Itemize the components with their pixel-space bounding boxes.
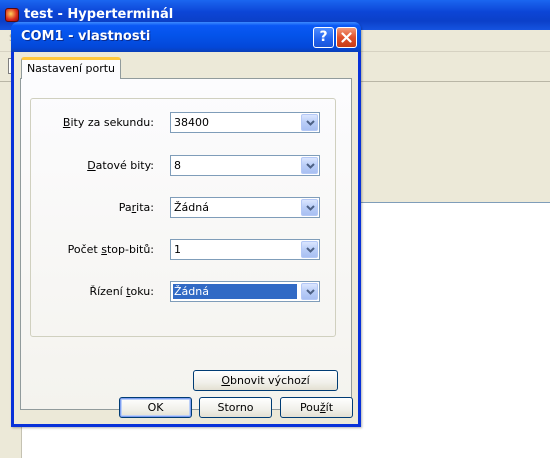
- chevron-down-icon: [306, 247, 315, 253]
- background-window-title: test - Hyperterminál: [24, 7, 174, 22]
- data-bits-select[interactable]: 8: [170, 155, 320, 176]
- flow-control-value: Žádná: [172, 283, 298, 300]
- baud-rate-dropdown-button[interactable]: [301, 114, 318, 131]
- chevron-down-icon: [306, 120, 315, 126]
- port-properties-dialog: COM1 - vlastnosti ? Nastavení portu Bity…: [11, 22, 361, 427]
- apply-button[interactable]: Použít: [280, 397, 353, 418]
- data-bits-label: Datové bity:: [87, 159, 154, 172]
- data-bits-dropdown-button[interactable]: [301, 157, 318, 174]
- stop-bits-label: Počet stop-bitů:: [67, 243, 154, 256]
- close-icon: [341, 32, 352, 43]
- flow-control-dropdown-button[interactable]: [301, 283, 318, 300]
- flow-control-select[interactable]: Žádná: [170, 281, 320, 302]
- parity-select[interactable]: Žádná: [170, 197, 320, 218]
- baud-rate-value: 38400: [174, 116, 209, 129]
- dialog-title: COM1 - vlastnosti: [21, 29, 151, 44]
- settings-group: Bity za sekundu: 38400 Datové bity: 8 Pa…: [30, 98, 336, 337]
- tab-panel: Bity za sekundu: 38400 Datové bity: 8 Pa…: [20, 78, 352, 410]
- cancel-button[interactable]: Storno: [199, 397, 272, 418]
- data-bits-value: 8: [174, 159, 181, 172]
- chevron-down-icon: [306, 289, 315, 295]
- hyperterminal-icon: [5, 8, 19, 22]
- flow-control-label: Řízení toku:: [89, 285, 154, 298]
- parity-dropdown-button[interactable]: [301, 199, 318, 216]
- dialog-body: Nastavení portu Bity za sekundu: 38400 D…: [14, 52, 358, 424]
- tab-port-settings[interactable]: Nastavení portu: [21, 57, 121, 79]
- stop-bits-dropdown-button[interactable]: [301, 241, 318, 258]
- stop-bits-value: 1: [174, 243, 181, 256]
- restore-defaults-button[interactable]: Obnovit výchozí: [193, 370, 338, 391]
- help-button[interactable]: ?: [313, 27, 334, 48]
- baud-rate-label: Bity za sekundu:: [62, 116, 154, 129]
- chevron-down-icon: [306, 205, 315, 211]
- close-button[interactable]: [336, 27, 357, 48]
- ok-button[interactable]: OK: [119, 397, 192, 418]
- chevron-down-icon: [306, 163, 315, 169]
- baud-rate-select[interactable]: 38400: [170, 112, 320, 133]
- parity-value: Žádná: [174, 201, 209, 214]
- parity-label: Parita:: [118, 201, 154, 214]
- stop-bits-select[interactable]: 1: [170, 239, 320, 260]
- dialog-titlebar[interactable]: COM1 - vlastnosti ?: [11, 22, 361, 52]
